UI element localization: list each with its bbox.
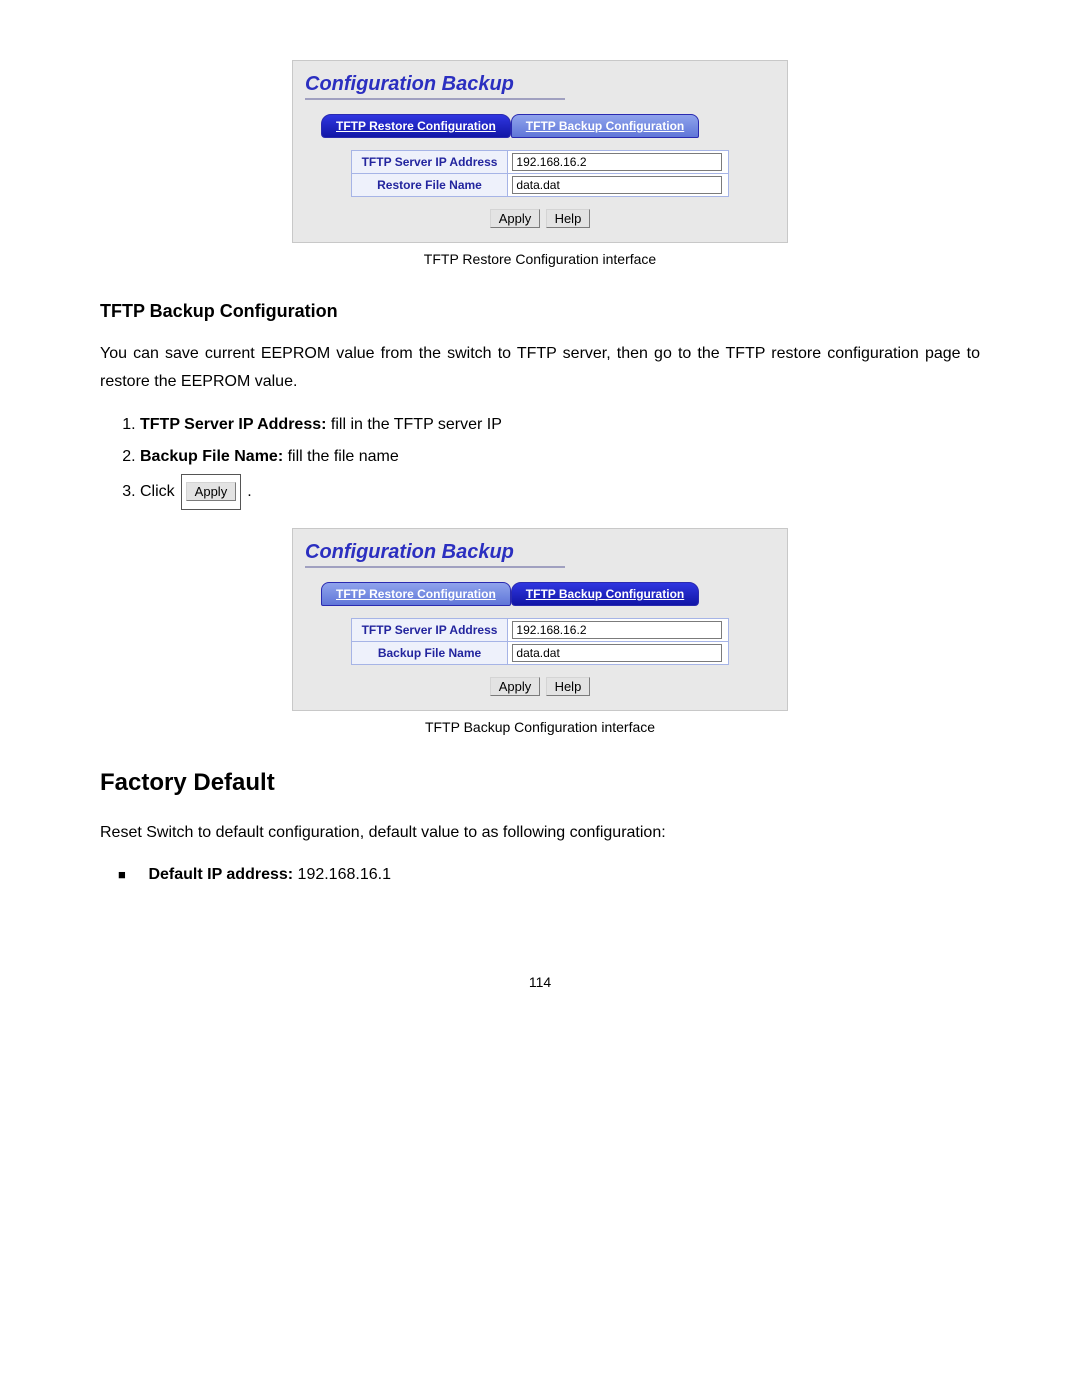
- bullet-rest: 192.168.16.1: [293, 866, 391, 883]
- file-name-label: Restore File Name: [351, 174, 508, 197]
- ip-address-label: TFTP Server IP Address: [351, 151, 508, 174]
- ip-address-input[interactable]: [512, 621, 722, 639]
- step-rest: fill in the TFTP server IP: [326, 416, 501, 433]
- page-number: 114: [0, 974, 1080, 990]
- config-backup-panel-backup: Configuration Backup TFTP Restore Config…: [292, 528, 788, 711]
- apply-button[interactable]: Apply: [490, 209, 541, 228]
- table-row: Backup File Name: [351, 642, 729, 665]
- file-name-input[interactable]: [512, 644, 722, 662]
- inline-apply-button: Apply: [186, 482, 237, 501]
- ip-address-input[interactable]: [512, 153, 722, 171]
- button-row: Apply Help: [305, 677, 775, 696]
- tab-tftp-restore[interactable]: TFTP Restore Configuration: [321, 114, 511, 138]
- panel-title-underline: Configuration Backup: [305, 71, 565, 100]
- tab-label: TFTP Restore Configuration: [336, 119, 496, 133]
- table-row: TFTP Server IP Address: [351, 619, 729, 642]
- step-rest: fill the file name: [283, 448, 399, 465]
- tabs-row: TFTP Restore Configuration TFTP Backup C…: [321, 114, 775, 138]
- tabs-row: TFTP Restore Configuration TFTP Backup C…: [321, 582, 775, 606]
- tab-label: TFTP Backup Configuration: [526, 119, 684, 133]
- bullet-list: Default IP address: 192.168.16.1: [118, 861, 980, 889]
- panel-title: Configuration Backup: [305, 539, 514, 566]
- tab-tftp-restore[interactable]: TFTP Restore Configuration: [321, 582, 511, 606]
- list-item: Default IP address: 192.168.16.1: [118, 861, 980, 889]
- config-backup-panel-restore: Configuration Backup TFTP Restore Config…: [292, 60, 788, 243]
- panel-title: Configuration Backup: [305, 71, 514, 98]
- inline-button-graphic: Apply: [181, 474, 242, 510]
- step3-lead: Click: [140, 477, 175, 507]
- section-heading-backup: TFTP Backup Configuration: [100, 301, 980, 322]
- tab-tftp-backup[interactable]: TFTP Backup Configuration: [511, 114, 699, 138]
- list-item: TFTP Server IP Address: fill in the TFTP…: [140, 410, 980, 440]
- config-form-table: TFTP Server IP Address Backup File Name: [351, 618, 730, 665]
- step-bold: TFTP Server IP Address:: [140, 416, 326, 433]
- list-item: Click Apply .: [140, 474, 980, 510]
- figure-caption: TFTP Restore Configuration interface: [100, 251, 980, 267]
- config-form-table: TFTP Server IP Address Restore File Name: [351, 150, 730, 197]
- file-name-input[interactable]: [512, 176, 722, 194]
- help-button[interactable]: Help: [546, 677, 591, 696]
- step-bold: Backup File Name:: [140, 448, 283, 465]
- table-row: TFTP Server IP Address: [351, 151, 729, 174]
- list-item: Backup File Name: fill the file name: [140, 442, 980, 472]
- tab-label: TFTP Backup Configuration: [526, 587, 684, 601]
- section-heading-factory-default: Factory Default: [100, 769, 980, 797]
- tab-label: TFTP Restore Configuration: [336, 587, 496, 601]
- section-paragraph: Reset Switch to default configuration, d…: [100, 819, 980, 847]
- section-paragraph: You can save current EEPROM value from t…: [100, 340, 980, 396]
- step3-tail: .: [247, 477, 251, 507]
- file-name-label: Backup File Name: [351, 642, 508, 665]
- figure-caption: TFTP Backup Configuration interface: [100, 719, 980, 735]
- apply-button[interactable]: Apply: [490, 677, 541, 696]
- steps-list: TFTP Server IP Address: fill in the TFTP…: [120, 410, 980, 510]
- table-row: Restore File Name: [351, 174, 729, 197]
- bullet-bold: Default IP address:: [148, 866, 293, 883]
- help-button[interactable]: Help: [546, 209, 591, 228]
- panel-title-underline: Configuration Backup: [305, 539, 565, 568]
- button-row: Apply Help: [305, 209, 775, 228]
- ip-address-label: TFTP Server IP Address: [351, 619, 508, 642]
- tab-tftp-backup[interactable]: TFTP Backup Configuration: [511, 582, 699, 606]
